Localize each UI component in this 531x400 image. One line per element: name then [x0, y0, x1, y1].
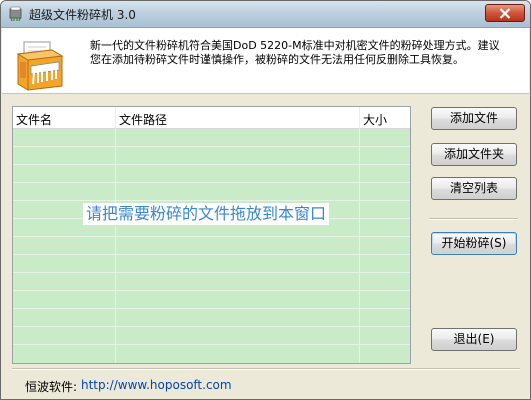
file-list[interactable]: 文件名 文件路径 大小 — [12, 106, 411, 364]
description-text: 新一代的文件粉碎机符合美国DoD 5220-M标准中对机密文件的粉碎处理方式。建… — [90, 39, 500, 66]
window-title: 超级文件粉碎机 3.0 — [29, 8, 136, 22]
website-link[interactable]: http://www.hoposoft.com — [81, 378, 232, 392]
row-gridline — [13, 254, 410, 255]
row-gridline — [13, 182, 410, 183]
title-bar[interactable]: 超级文件粉碎机 3.0 — [1, 1, 530, 28]
row-gridline — [13, 236, 410, 237]
drop-hint-text: 请把需要粉碎的文件拖放到本窗口 — [83, 203, 330, 225]
row-gridline — [13, 308, 410, 309]
add-folder-button[interactable]: 添加文件夹 — [431, 143, 517, 166]
row-gridline — [13, 290, 410, 291]
row-gridline — [13, 164, 410, 165]
app-icon — [9, 6, 22, 22]
button-separator — [429, 218, 518, 220]
column-header-size[interactable]: 大小 — [363, 111, 387, 128]
row-gridline — [13, 146, 410, 147]
header-panel: 新一代的文件粉碎机符合美国DoD 5220-M标准中对机密文件的粉碎处理方式。建… — [2, 28, 529, 94]
row-gridline — [13, 272, 410, 273]
list-header: 文件名 文件路径 大小 — [13, 107, 410, 129]
start-shred-button[interactable]: 开始粉碎(S) — [431, 232, 517, 255]
row-gridline — [13, 326, 410, 327]
column-header-filename[interactable]: 文件名 — [16, 111, 52, 128]
close-button[interactable] — [485, 4, 525, 22]
close-icon — [499, 8, 511, 19]
app-window: 超级文件粉碎机 3.0 新一代的文件粉碎机符合美国DoD 5220-M标准中对机… — [0, 0, 531, 400]
shredder-icon — [16, 41, 64, 91]
add-file-button[interactable]: 添加文件 — [431, 107, 517, 130]
footer-company-label: 恒波软件: — [25, 380, 78, 394]
exit-button[interactable]: 退出(E) — [431, 328, 517, 351]
row-gridline — [13, 344, 410, 345]
column-header-path[interactable]: 文件路径 — [119, 111, 167, 128]
clear-list-button[interactable]: 清空列表 — [431, 177, 517, 200]
footer-divider — [12, 368, 520, 370]
row-gridline — [13, 200, 410, 201]
